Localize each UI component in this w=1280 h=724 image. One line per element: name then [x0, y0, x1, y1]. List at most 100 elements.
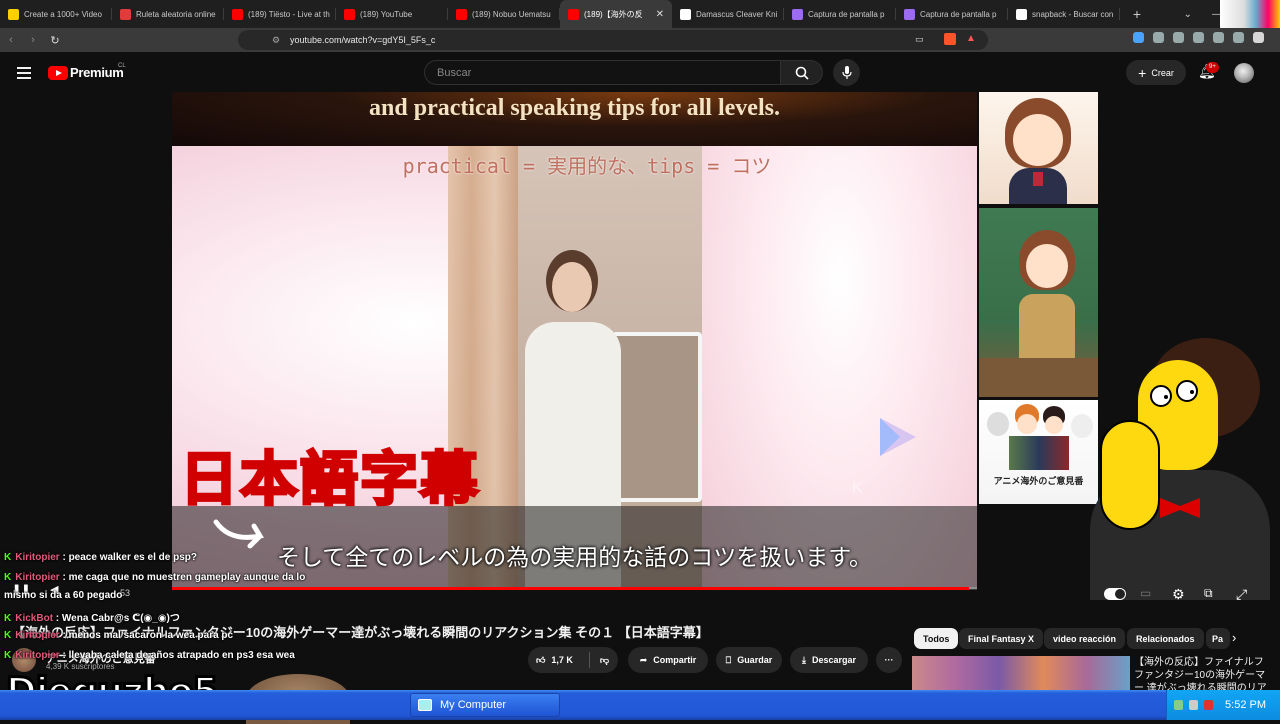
youtube-icon [232, 8, 243, 20]
microphone-icon [841, 65, 852, 79]
download-button[interactable]: ⤓ Descargar [790, 647, 868, 673]
chat-message: K Kiritopier : peace walker es el de psp? [4, 552, 197, 563]
video-progress-fill [172, 587, 969, 590]
create-button[interactable]: + Crear [1126, 60, 1186, 85]
like-count[interactable]: 1,7 K [551, 655, 573, 665]
search-icon [795, 66, 809, 80]
chips-next-chevron-icon[interactable]: › [1232, 630, 1236, 645]
extension-icon[interactable] [1193, 32, 1204, 43]
taskbar-window-my-computer[interactable]: My Computer [410, 693, 560, 717]
share-button[interactable]: ➦ Compartir [628, 647, 708, 673]
forward-icon[interactable]: › [22, 34, 44, 46]
thumbs-up-icon[interactable]: 👍︎ [536, 655, 545, 666]
like-dislike-group: 👍︎ 1,7 K 👎︎ [528, 647, 618, 673]
tab-title: (189) Tiësto - Live at th [248, 9, 330, 19]
autoplay-toggle[interactable] [1104, 588, 1126, 600]
search-input[interactable]: Buscar [424, 60, 781, 85]
spark-icon [8, 8, 19, 20]
security-tray-icon[interactable] [1204, 700, 1214, 710]
browser-tab[interactable]: Captura de pantalla p [896, 0, 1008, 28]
fullscreen-icon[interactable]: ⤢ [1236, 586, 1247, 603]
miniplayer-icon[interactable]: ⧉ [1204, 586, 1213, 601]
kick-logo-icon: K [4, 613, 12, 624]
homer-sticker-hands [1100, 420, 1160, 530]
address-bar[interactable]: ⚙ youtube.com/watch?v=gdY5I_5Fs_c [238, 30, 988, 50]
network-tray-icon[interactable] [1174, 700, 1184, 710]
sidebar-icon[interactable] [1213, 32, 1224, 43]
extensions-row [1133, 32, 1264, 43]
browser-tab[interactable]: Ruleta aleatoria online [112, 0, 224, 28]
video-player[interactable]: and practical speaking tips for all leve… [172, 92, 977, 589]
extension-icon[interactable] [1153, 32, 1164, 43]
filter-chip[interactable]: video reacción [1044, 628, 1126, 649]
chat-message: K Kiritopier : menos mal sacaron la wea p… [4, 630, 234, 641]
filter-chip[interactable]: Relacionados [1127, 628, 1204, 649]
chat-text: Wena Cabr@s ᕦ(◉_◉)つ [61, 613, 180, 624]
chat-message: K Kiritopier : llevaba caleta de años atr… [4, 650, 295, 661]
hamburger-menu-icon[interactable] [17, 67, 31, 82]
search-button[interactable] [781, 60, 823, 85]
chat-username: KickBot [15, 613, 54, 624]
filter-chip[interactable]: Pa [1206, 628, 1230, 649]
tab-search-chevron-icon[interactable]: ⌄ [1184, 9, 1192, 20]
browser-tab[interactable]: Create a 1000+ Video [0, 0, 112, 28]
computer-icon [418, 699, 432, 711]
browser-tab[interactable]: snapback - Buscar con [1008, 0, 1120, 28]
brave-shield-icon[interactable] [944, 33, 956, 45]
browser-tab[interactable]: (189) YouTube [336, 0, 448, 28]
extension-icon[interactable] [1133, 32, 1144, 43]
cast-icon[interactable]: ▭ [915, 34, 924, 45]
subtitles-icon[interactable]: ▭ [1140, 586, 1151, 600]
windows-taskbar [0, 690, 1280, 720]
tab-title: Ruleta aleatoria online [136, 9, 216, 19]
video-progress-bar[interactable] [172, 587, 977, 590]
next-video-thumbnail[interactable] [912, 656, 1130, 690]
plus-icon: + [1138, 64, 1147, 81]
filter-chip[interactable]: Todos [914, 628, 959, 649]
brave-rewards-icon[interactable]: ▲ [966, 33, 976, 44]
thumbs-down-icon[interactable]: 👎︎ [600, 655, 609, 666]
menu-icon[interactable] [1253, 32, 1264, 43]
browser-tab[interactable]: Damascus Cleaver Kni [672, 0, 784, 28]
url-text: youtube.com/watch?v=gdY5I_5Fs_c [290, 35, 436, 45]
kick-logo-icon: K [4, 650, 12, 661]
youtube-logo-icon[interactable] [48, 66, 68, 80]
browser-tab[interactable]: (189)【海外の反 ✕ [560, 0, 672, 28]
kick-logo-icon: K [4, 630, 12, 641]
new-tab-button[interactable]: + [1126, 6, 1148, 22]
more-actions-button[interactable]: ··· [876, 647, 902, 673]
volume-tray-icon[interactable] [1189, 700, 1199, 710]
youtube-icon [456, 8, 467, 20]
browser-tab[interactable]: (189) Tiësto - Live at th [224, 0, 336, 28]
tab-title: (189)【海外の反 [584, 9, 643, 19]
chat-message: mismo si da a 60 pegado [4, 590, 122, 601]
wallet-icon[interactable] [1233, 32, 1244, 43]
back-icon[interactable]: ‹ [0, 34, 22, 46]
chat-text: mismo si da a 60 pegado [4, 590, 123, 601]
save-label: Guardar [737, 655, 773, 665]
browser-tab[interactable]: (189) Nobuo Uematsu [448, 0, 560, 28]
youtube-icon [344, 8, 355, 20]
reload-icon[interactable]: ↻ [44, 34, 66, 47]
page-icon [680, 8, 691, 20]
browser-tab[interactable]: Captura de pantalla p [784, 0, 896, 28]
youtube-premium-brand[interactable]: Premium [70, 65, 124, 80]
japanese-subtitle-badge: 日本語字幕 [178, 444, 481, 515]
user-avatar[interactable] [1234, 63, 1254, 83]
save-button[interactable]: ⎕ Guardar [716, 647, 782, 673]
bookmark-save-icon: ⎕ [725, 654, 732, 665]
filter-chip[interactable]: Final Fantasy X [959, 628, 1044, 649]
watermark-text: K [852, 480, 863, 497]
close-tab-icon[interactable]: ✕ [656, 9, 664, 20]
pen-icon [792, 8, 803, 20]
video-top-banner-text: and practical speaking tips for all leve… [369, 95, 780, 121]
chat-text: menos mal sacaron la wea para pc [68, 630, 234, 641]
site-info-icon[interactable]: ⚙ [272, 35, 280, 46]
voice-search-button[interactable] [833, 59, 860, 86]
tab-title: (189) Nobuo Uematsu [472, 9, 551, 19]
puzzle-icon[interactable] [1173, 32, 1184, 43]
clock: 5:52 PM [1225, 699, 1266, 711]
chat-username: Kiritopier [15, 552, 60, 563]
share-label: Compartir [653, 655, 697, 665]
settings-gear-icon[interactable]: ⚙ [1172, 586, 1185, 603]
